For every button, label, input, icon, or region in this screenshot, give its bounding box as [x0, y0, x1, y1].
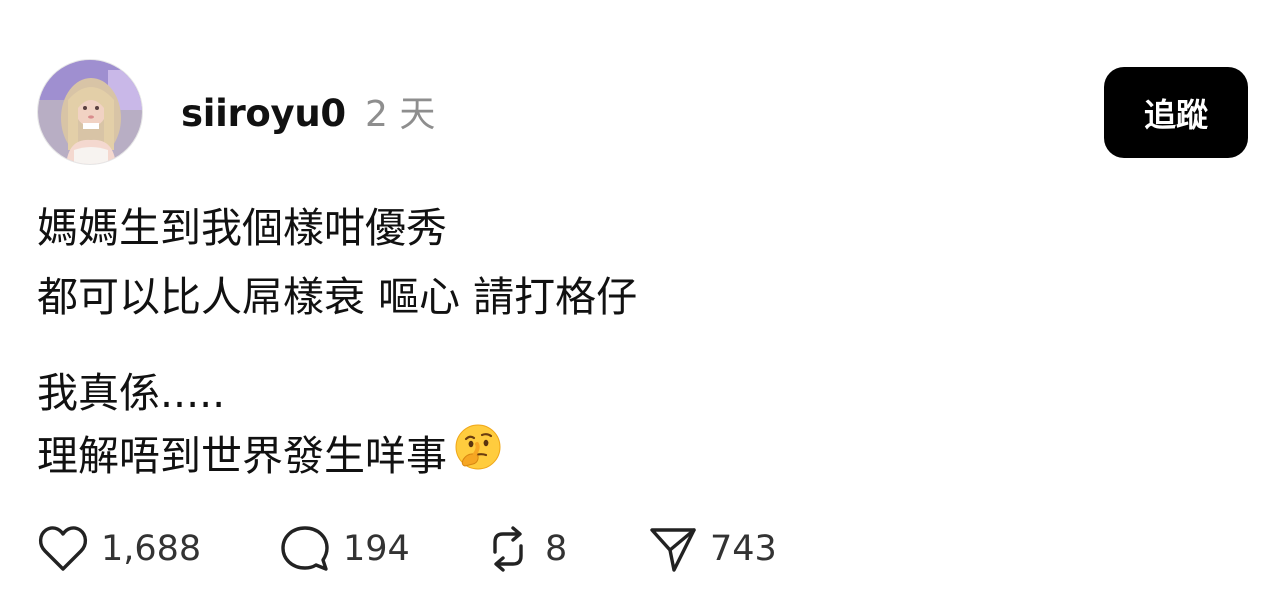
share-count: 743 [710, 529, 777, 569]
post-text-line-4-text: 理解唔到世界發生咩事 [37, 432, 447, 480]
heart-icon [38, 526, 88, 571]
post-text-line-1: 媽媽生到我個樣咁優秀 [37, 204, 447, 252]
comment-icon [281, 526, 329, 571]
post-timestamp: 2 天 [365, 94, 436, 135]
post-text-line-4: 理解唔到世界發生咩事 [37, 424, 503, 486]
comment-count: 194 [343, 529, 410, 569]
avatar-image [38, 60, 142, 164]
post-text-line-2: 都可以比人屌樣衰 嘔心 請打格仔 [37, 273, 638, 321]
comment-button[interactable]: 194 [279, 524, 410, 574]
like-count: 1,688 [101, 529, 202, 569]
like-button[interactable]: 1,688 [37, 524, 201, 574]
repost-icon [493, 526, 523, 572]
repost-button[interactable]: 8 [483, 524, 567, 574]
avatar[interactable] [37, 59, 143, 165]
follow-button[interactable]: 追蹤 [1104, 67, 1248, 158]
username[interactable]: siiroyu0 [181, 90, 346, 138]
post-text-line-3: 我真係..... [37, 369, 226, 417]
send-icon [650, 528, 696, 572]
thinking-face-icon [453, 422, 503, 486]
repost-count: 8 [545, 529, 568, 569]
share-button[interactable]: 743 [648, 524, 777, 574]
